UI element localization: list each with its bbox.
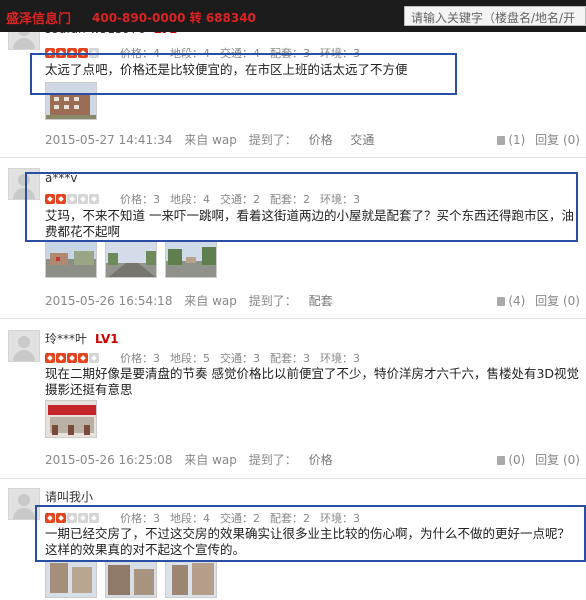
star-icon <box>89 353 99 363</box>
like-count[interactable]: (1) <box>508 133 525 147</box>
top-bar: 盛泽信息门 400-890-0000 转 688340 请输入关键字（楼盘名/地… <box>0 0 586 32</box>
avatar[interactable] <box>8 330 40 362</box>
star-rating <box>45 352 100 363</box>
hotline-number: 400-890-0000 转 688340 <box>92 11 256 25</box>
review-tag[interactable]: 交通 <box>350 133 374 147</box>
review-tag[interactable]: 配套 <box>309 294 333 308</box>
like-count[interactable]: (0) <box>508 453 525 467</box>
star-icon <box>78 353 88 363</box>
review-meta: 2015-05-26 16:54:18 来自 wap 提到了： 配套 <box>45 292 347 309</box>
mentioned-label: 提到了： <box>248 133 297 147</box>
review-username[interactable]: 请叫我小 <box>45 488 93 505</box>
reply-button[interactable]: 回复 (0) <box>535 133 580 147</box>
highlight-box <box>30 53 457 95</box>
review-date: 2015-05-27 14:41:34 <box>45 133 173 147</box>
star-icon <box>56 353 66 363</box>
review-source: 来自 wap <box>184 453 237 467</box>
rating-breakdown: 价格：3 地段：5 交通：3 配套：3 环境：3 <box>120 352 360 365</box>
reply-button[interactable]: 回复 (0) <box>535 294 580 308</box>
review-actions: (0) 回复 (0) <box>497 451 580 468</box>
review-actions: (1) 回复 (0) <box>497 131 580 148</box>
mentioned-label: 提到了： <box>248 453 297 467</box>
review-photo[interactable] <box>165 240 217 278</box>
review-date: 2015-05-26 16:54:18 <box>45 294 173 308</box>
review-text: 现在二期好像是要清盘的节奏 感觉价格比以前便宜了不少，特价洋房才六千六，售楼处有… <box>45 366 580 397</box>
review-source: 来自 wap <box>184 294 237 308</box>
review-tag[interactable]: 价格 <box>309 133 333 147</box>
review-tag[interactable]: 价格 <box>309 453 333 467</box>
thumbs-up-icon[interactable] <box>497 456 506 465</box>
site-logo[interactable]: 盛泽信息门 <box>6 8 71 27</box>
highlight-box <box>25 172 578 242</box>
star-icon <box>67 353 77 363</box>
user-level-badge: LV1 <box>95 332 119 346</box>
review-photo[interactable] <box>105 560 157 598</box>
reply-button[interactable]: 回复 (0) <box>535 453 580 467</box>
review-meta: 2015-05-26 16:25:08 来自 wap 提到了： 价格 <box>45 451 347 468</box>
review-photo[interactable] <box>45 400 97 438</box>
search-input[interactable]: 请输入关键字（楼盘名/地名/开 <box>404 6 586 26</box>
review-actions: (4) 回复 (0) <box>497 292 580 309</box>
review-source: 来自 wap <box>184 133 237 147</box>
review-date: 2015-05-26 16:25:08 <box>45 453 173 467</box>
star-icon <box>45 353 55 363</box>
thumbs-up-icon[interactable] <box>497 136 506 145</box>
like-count[interactable]: (4) <box>508 294 525 308</box>
review-item: 玲***叶 LV1 价格：3 地段：5 交通：3 配套：3 环境：3 现在二期好像是要清盘… <box>0 318 586 478</box>
review-username[interactable]: 玲***叶 LV1 <box>45 330 119 347</box>
review-photo[interactable] <box>105 240 157 278</box>
thumbs-up-icon[interactable] <box>497 297 506 306</box>
review-photo[interactable] <box>165 560 217 598</box>
review-meta: 2015-05-27 14:41:34 来自 wap 提到了： 价格 交通 <box>45 131 388 148</box>
highlight-box <box>35 505 586 562</box>
review-photo[interactable] <box>45 560 97 598</box>
mentioned-label: 提到了： <box>248 294 297 308</box>
review-photo[interactable] <box>45 240 97 278</box>
